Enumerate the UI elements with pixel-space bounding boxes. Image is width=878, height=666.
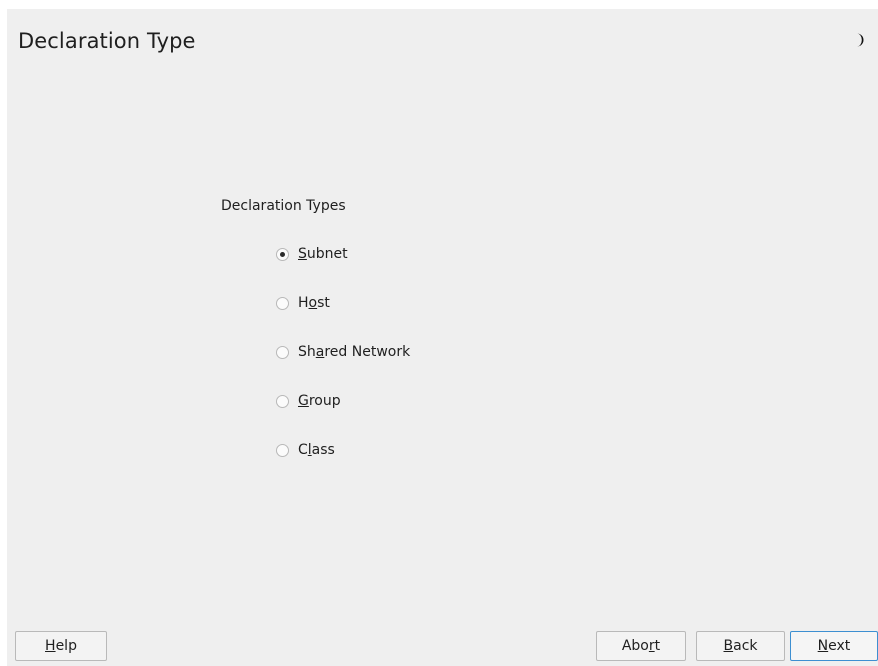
next-button[interactable]: Next	[790, 631, 878, 661]
radio-label-host[interactable]: Host	[298, 295, 330, 311]
radio-button[interactable]	[276, 443, 289, 457]
radio-button[interactable]	[276, 296, 289, 310]
abort-button[interactable]: Abo r t	[596, 631, 686, 661]
radio-label-group[interactable]: Group	[298, 393, 341, 409]
radio-button[interactable]	[276, 345, 289, 359]
radio-class[interactable]: Class	[276, 440, 335, 460]
radio-label-shared-network[interactable]: Shared Network	[298, 344, 410, 360]
radio-shared-network[interactable]: Shared Network	[276, 342, 410, 362]
page-title: Declaration Type	[18, 29, 196, 53]
dialog-panel	[7, 9, 878, 666]
back-button[interactable]: Back	[696, 631, 785, 661]
declaration-types-label: Declaration Types	[221, 198, 346, 214]
radio-host[interactable]: Host	[276, 293, 330, 313]
radio-label-subnet[interactable]: Subnet	[298, 246, 348, 262]
help-button[interactable]: Help	[15, 631, 107, 661]
moon-icon	[857, 33, 864, 47]
radio-label-class[interactable]: Class	[298, 442, 335, 458]
radio-group[interactable]: Group	[276, 391, 341, 411]
radio-button[interactable]	[276, 394, 289, 408]
radio-button-checked[interactable]	[276, 247, 289, 261]
radio-subnet[interactable]: Subnet	[276, 244, 348, 264]
